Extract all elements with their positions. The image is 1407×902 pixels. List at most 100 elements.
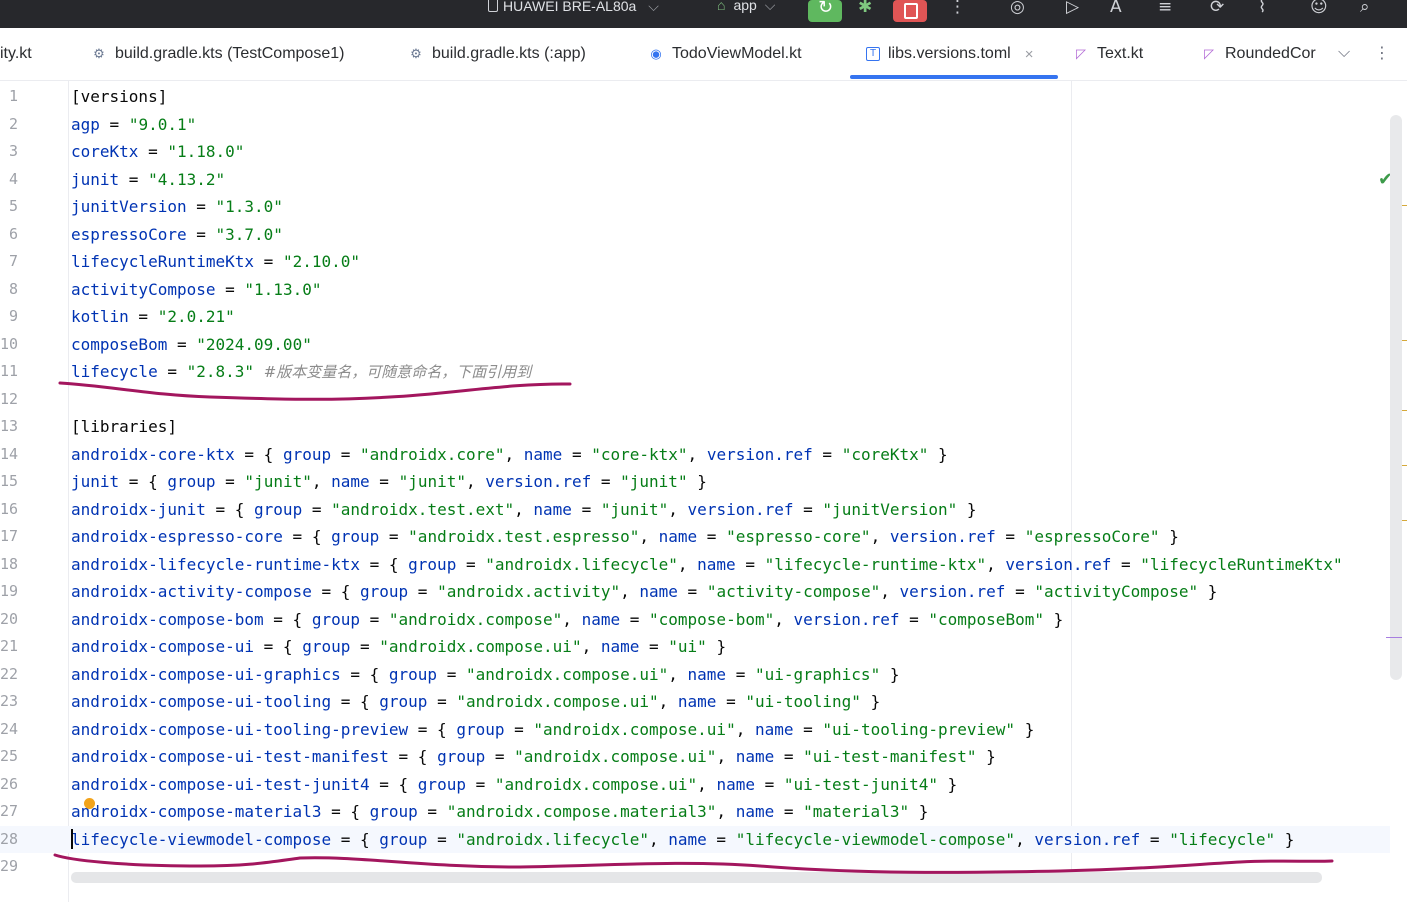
- tab-rounded-corner[interactable]: ◸ RoundedCor: [1201, 28, 1321, 80]
- code-line[interactable]: 20 androidx-compose-bom = { group = "andr…: [0, 606, 1390, 633]
- code-line[interactable]: 23 androidx-compose-ui-tooling = { group …: [0, 688, 1390, 715]
- warning-marker[interactable]: [1402, 205, 1407, 206]
- code-line[interactable]: 10 composeBom = "2024.09.00": [0, 331, 1390, 358]
- line-number: 26: [0, 774, 18, 793]
- code-line[interactable]: 17 androidx-espresso-core = { group = "an…: [0, 523, 1390, 550]
- line-number: 3: [8, 142, 18, 160]
- code-line[interactable]: 7 lifecycleRuntimeKtx = "2.10.0": [0, 248, 1390, 275]
- code-line[interactable]: 19 androidx-activity-compose = { group = …: [0, 578, 1390, 605]
- tab-label: build.gradle.kts (TestCompose1): [115, 45, 345, 62]
- code-line[interactable]: 8 activityCompose = "1.13.0": [0, 276, 1390, 303]
- run-config-selector[interactable]: ⌂ app ⌵: [717, 0, 775, 12]
- line-number: 17: [0, 527, 18, 545]
- code-line[interactable]: 18 androidx-lifecycle-runtime-ktx = { gro…: [0, 551, 1390, 578]
- code-line[interactable]: 28 lifecycle-viewmodel-compose = { group …: [0, 825, 1390, 853]
- line-code: androidx-compose-ui = { group = "android…: [71, 637, 727, 656]
- tab-label: TodoViewModel.kt: [672, 45, 802, 62]
- line-number: 22: [0, 664, 18, 683]
- sync-icon[interactable]: ⟳: [1210, 0, 1224, 17]
- device-selector[interactable]: HUAWEI BRE-AL80a ⌵: [488, 0, 659, 13]
- build-variants-icon[interactable]: ≡: [1158, 0, 1172, 17]
- line-code: junit = "4.13.2": [71, 169, 226, 189]
- profiler-icon[interactable]: ◎: [1010, 0, 1025, 17]
- code-line[interactable]: 22 androidx-compose-ui-graphics = { group…: [0, 661, 1390, 688]
- editor-tabs: ity.kt ⚙ build.gradle.kts (TestCompose1)…: [0, 28, 1407, 81]
- assistant-icon[interactable]: ☺: [1310, 0, 1328, 17]
- horizontal-scrollbar[interactable]: [71, 872, 1322, 883]
- line-code: junit = { group = "junit", name = "junit…: [71, 472, 707, 491]
- code-line[interactable]: 25 androidx-compose-ui-test-manifest = { …: [0, 743, 1390, 770]
- code-line[interactable]: 6 espressoCore = "3.7.0": [0, 221, 1390, 248]
- line-number: 13: [0, 417, 18, 435]
- kotlin-file-icon: ◸: [1076, 46, 1086, 61]
- tab-label: ity.kt: [0, 45, 32, 62]
- code-line[interactable]: 16 androidx-junit = { group = "androidx.t…: [0, 496, 1390, 523]
- analyze-icon[interactable]: ⌇: [1258, 0, 1266, 17]
- tab-text-kt[interactable]: ◸ Text.kt: [1073, 28, 1143, 80]
- rerun-button[interactable]: ↻: [808, 0, 842, 22]
- line-number: 27: [0, 802, 18, 820]
- line-code: junitVersion = "1.3.0": [71, 197, 283, 216]
- tab-build-gradle-project[interactable]: ⚙ build.gradle.kts (TestCompose1): [91, 28, 344, 80]
- close-icon[interactable]: ×: [1025, 46, 1034, 63]
- line-number: 11: [0, 362, 18, 380]
- code-line[interactable]: 11 lifecycle = "2.8.3" #版本变量名，可随意命名，下面引用到: [0, 358, 1390, 385]
- line-number: 7: [8, 252, 18, 270]
- more-actions-icon[interactable]: ⋮: [949, 0, 966, 17]
- apply-changes-icon[interactable]: ▷: [1066, 0, 1079, 17]
- code-line[interactable]: 24 androidx-compose-ui-tooling-preview = …: [0, 716, 1390, 743]
- code-line[interactable]: 26 androidx-compose-ui-test-junit4 = { gr…: [0, 771, 1390, 798]
- warning-marker[interactable]: [1402, 340, 1407, 341]
- toml-file-icon: T: [866, 47, 880, 61]
- code-editor[interactable]: 1 [versions] 2 agp = "9.0.1" 3 coreKtx = "1.1…: [0, 81, 1407, 902]
- warning-marker[interactable]: [1402, 520, 1407, 521]
- kotlin-class-icon: ◉: [650, 46, 662, 61]
- warning-marker[interactable]: [1402, 465, 1407, 466]
- line-code: androidx-compose-ui-test-manifest = { gr…: [71, 747, 996, 766]
- line-code: lifecycle-viewmodel-compose = { group = …: [71, 829, 1295, 849]
- code-line[interactable]: 4 junit = "4.13.2": [0, 166, 1390, 193]
- code-line[interactable]: 3 coreKtx = "1.18.0": [0, 138, 1390, 165]
- line-code: androidx-espresso-core = { group = "andr…: [71, 527, 1179, 546]
- line-code: androidx-compose-ui-test-junit4 = { grou…: [71, 774, 958, 794]
- code-line[interactable]: 27 androidx-compose-material3 = { group =…: [0, 798, 1390, 825]
- line-code: coreKtx = "1.18.0": [71, 142, 245, 161]
- chevron-down-icon[interactable]: ⌵: [1338, 42, 1350, 62]
- tab-libs-versions-toml[interactable]: T libs.versions.toml ×: [866, 28, 1033, 80]
- more-options-icon[interactable]: ⋮: [1374, 43, 1390, 62]
- line-number: 8: [8, 279, 18, 298]
- line-number: 15: [0, 472, 18, 490]
- warning-marker[interactable]: [1402, 410, 1407, 411]
- line-code: androidx-compose-ui-tooling-preview = { …: [71, 719, 1035, 739]
- chevron-down-icon: ⌵: [764, 0, 776, 13]
- stop-button[interactable]: [893, 0, 927, 22]
- code-line[interactable]: 2 agp = "9.0.1": [0, 111, 1390, 138]
- line-number: 25: [0, 747, 18, 765]
- line-number: 23: [0, 692, 18, 710]
- line-number: 19: [0, 582, 18, 600]
- text-caret: [71, 829, 73, 849]
- code-line[interactable]: 14 androidx-core-ktx = { group = "android…: [0, 441, 1390, 468]
- line-code: lifecycle = "2.8.3" #版本变量名，可随意命名，下面引用到: [71, 362, 532, 381]
- gradle-file-icon: ⚙: [93, 46, 105, 61]
- line-code: androidx-compose-bom = { group = "androi…: [71, 609, 1064, 629]
- line-number: 18: [0, 554, 18, 573]
- code-line[interactable]: 15 junit = { group = "junit", name = "jun…: [0, 468, 1390, 495]
- code-line[interactable]: 13 [libraries]: [0, 413, 1390, 440]
- search-icon[interactable]: ⌕: [1360, 0, 1370, 17]
- code-line[interactable]: 5 junitVersion = "1.3.0": [0, 193, 1390, 220]
- code-line[interactable]: 1 [versions]: [0, 83, 1390, 110]
- code-line[interactable]: 9 kotlin = "2.0.21": [0, 303, 1390, 330]
- code-line[interactable]: 21 androidx-compose-ui = { group = "andro…: [0, 633, 1390, 660]
- tab-build-gradle-app[interactable]: ⚙ build.gradle.kts (:app): [408, 28, 586, 80]
- line-code: lifecycleRuntimeKtx = "2.10.0": [71, 252, 360, 271]
- code-line[interactable]: 12: [0, 386, 1390, 413]
- tab-todo-viewmodel[interactable]: ◉ TodoViewModel.kt: [648, 28, 802, 80]
- translate-icon[interactable]: A: [1110, 0, 1122, 17]
- intention-bulb-icon[interactable]: [84, 798, 95, 809]
- debug-icon[interactable]: ✱: [858, 0, 872, 17]
- tab-activity[interactable]: ity.kt: [0, 28, 32, 80]
- line-code: androidx-activity-compose = { group = "a…: [71, 582, 1218, 601]
- tab-label: RoundedCor: [1225, 45, 1316, 62]
- vertical-scrollbar[interactable]: [1390, 115, 1402, 680]
